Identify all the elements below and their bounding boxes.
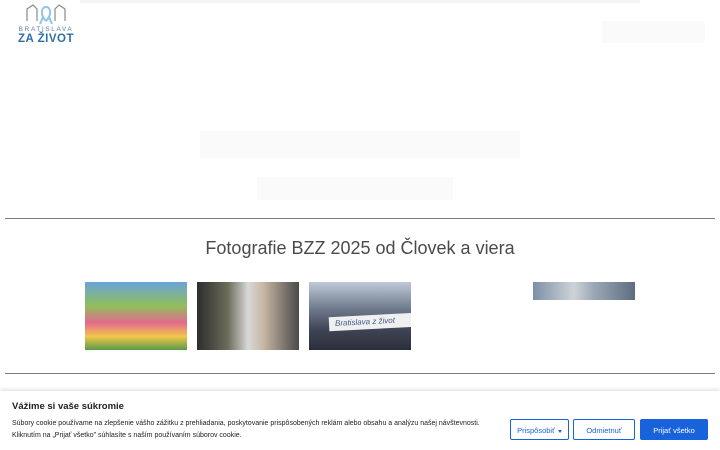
logo-text-tagline: ZA ŽIVOT xyxy=(18,33,74,45)
cookie-banner: Vážime si vaše súkromie Súbory cookie po… xyxy=(0,391,720,450)
divider xyxy=(5,373,715,374)
cookie-title: Vážime si vaše súkromie xyxy=(12,401,124,412)
accept-all-button[interactable]: Prijať všetko xyxy=(640,419,708,440)
hero-heading-placeholder xyxy=(200,131,520,158)
chevron-down-icon xyxy=(557,429,562,433)
gallery-photo-4[interactable] xyxy=(533,282,635,300)
gallery-photo-2[interactable] xyxy=(197,282,299,350)
top-bar xyxy=(80,0,640,3)
march-banner: Bratislava z život xyxy=(328,312,411,332)
site-logo[interactable]: BRATISLAVA ZA ŽIVOT xyxy=(14,3,78,49)
logo-text-city: BRATISLAVA xyxy=(18,26,74,33)
gallery-title: Fotografie BZZ 2025 od Človek a viera xyxy=(205,238,515,258)
reject-button[interactable]: Odmietnuť xyxy=(573,419,635,440)
cookie-description: Súbory cookie používame na zlepšenie váš… xyxy=(12,420,480,439)
customize-label: Prispôsobiť xyxy=(517,426,555,435)
gallery-photo-1[interactable] xyxy=(85,282,187,350)
divider xyxy=(5,218,715,219)
customize-button[interactable]: Prispôsobiť xyxy=(510,419,569,440)
ribbon-icon xyxy=(26,4,66,25)
gallery-photo-3[interactable]: Bratislava z život xyxy=(309,282,411,350)
hero-button-placeholder[interactable] xyxy=(257,177,453,200)
header-cta-button[interactable] xyxy=(602,21,705,43)
